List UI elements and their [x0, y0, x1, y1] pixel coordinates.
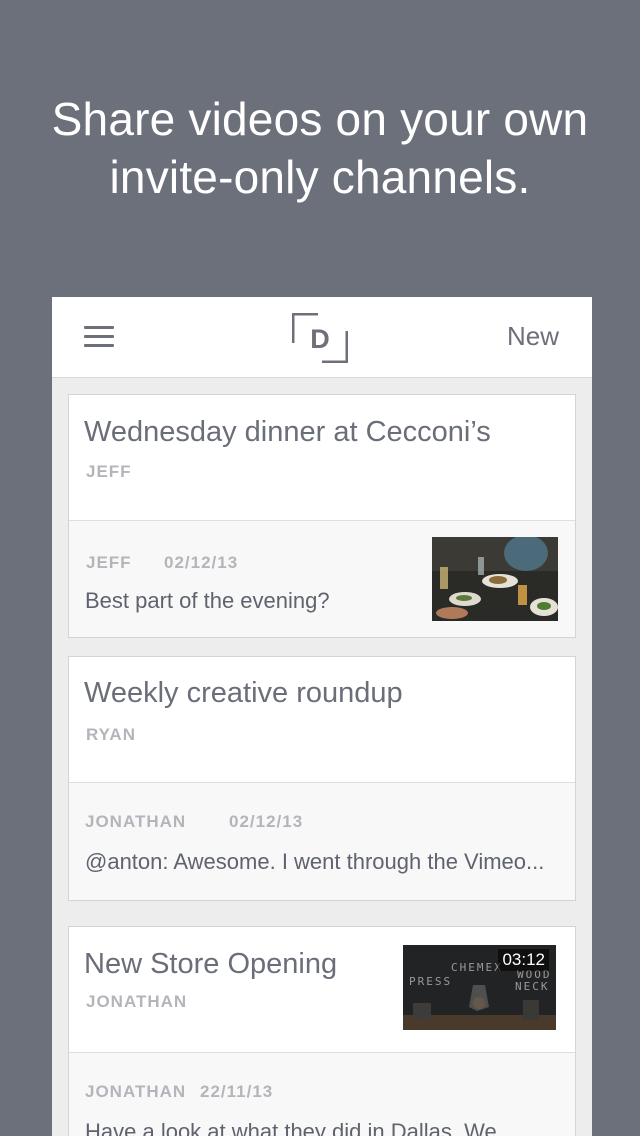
app-bar: D New: [52, 297, 592, 378]
latest-message[interactable]: JEFF 02/12/13 Best part of the evening?: [69, 521, 575, 637]
thread-card[interactable]: New Store Opening JONATHAN CHEMEX PRESS …: [68, 926, 576, 1136]
message-date: 02/12/13: [164, 553, 239, 572]
overlay-text-press: PRESS: [409, 975, 453, 988]
headline-line-2: invite-only channels.: [109, 151, 531, 203]
thread-title: Wednesday dinner at Cecconi’s: [84, 416, 491, 448]
message-author: JONATHAN: [85, 1082, 187, 1101]
headline-line-1: Share videos on your own: [51, 93, 589, 145]
new-button[interactable]: New: [507, 321, 559, 352]
video-duration-badge: 03:12: [498, 949, 549, 971]
hamburger-menu-icon[interactable]: [84, 326, 114, 348]
logo-letter: D: [310, 324, 330, 354]
message-text: @anton: Awesome. I went through the Vime…: [85, 849, 545, 874]
app-logo: D: [292, 313, 348, 363]
thread-author: JEFF: [86, 462, 132, 481]
message-date: 02/12/13: [229, 812, 304, 831]
thread-card[interactable]: Weekly creative roundup RYAN JONATHAN 02…: [68, 656, 576, 901]
thread-author: RYAN: [86, 725, 136, 744]
dinner-photo-thumbnail[interactable]: [432, 537, 558, 621]
latest-message[interactable]: JONATHAN 02/12/13 @anton: Awesome. I wen…: [69, 783, 575, 900]
thread-author: JONATHAN: [86, 992, 188, 1011]
app-screen: D New Wednesday dinner at Cecconi’s JEFF…: [52, 297, 592, 1136]
message-text: Have a look at what they did in Dallas. …: [85, 1119, 497, 1136]
thread-header[interactable]: Weekly creative roundup RYAN: [69, 657, 575, 783]
thread-title: New Store Opening: [84, 948, 338, 980]
thread-header[interactable]: Wednesday dinner at Cecconi’s JEFF: [69, 395, 575, 521]
message-text: Best part of the evening?: [85, 588, 330, 613]
thread-header[interactable]: New Store Opening JONATHAN CHEMEX PRESS …: [69, 927, 575, 1053]
video-thumbnail[interactable]: CHEMEX PRESS WOOD NECK 03:12: [403, 945, 556, 1030]
promo-headline: Share videos on your own invite-only cha…: [0, 90, 640, 206]
message-author: JEFF: [86, 553, 132, 572]
overlay-text-neck: NECK: [515, 980, 550, 993]
message-date: 22/11/13: [200, 1082, 274, 1101]
message-author: JONATHAN: [85, 812, 187, 831]
thread-card[interactable]: Wednesday dinner at Cecconi’s JEFF JEFF …: [68, 394, 576, 638]
latest-message[interactable]: JONATHAN 22/11/13 Have a look at what th…: [69, 1053, 575, 1136]
thread-title: Weekly creative roundup: [84, 677, 403, 709]
dinner-photo-image: [432, 537, 558, 621]
overlay-text-chemex: CHEMEX: [451, 961, 503, 974]
